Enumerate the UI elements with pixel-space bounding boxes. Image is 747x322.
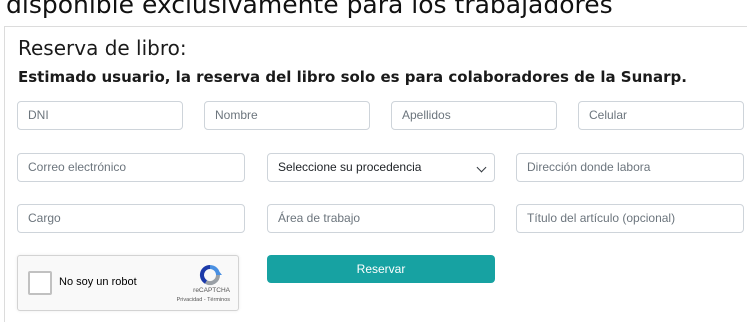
recaptcha-links[interactable]: Privacidad - Términos bbox=[177, 297, 230, 303]
nombre-input[interactable]: Nombre bbox=[204, 101, 370, 130]
cargo-input[interactable]: Cargo bbox=[17, 204, 245, 233]
procedencia-selected-value: Seleccione su procedencia bbox=[278, 160, 422, 174]
reservar-button[interactable]: Reservar bbox=[267, 255, 495, 283]
recaptcha-widget: No soy un robot reCAPTCHA Privacidad - T… bbox=[17, 255, 239, 311]
form-title: Reserva de libro: bbox=[18, 36, 187, 60]
banner-text: disponible exclusivamente para los traba… bbox=[6, 0, 613, 19]
recaptcha-label: No soy un robot bbox=[59, 276, 137, 288]
recaptcha-checkbox[interactable] bbox=[28, 271, 52, 295]
apellidos-input[interactable]: Apellidos bbox=[391, 101, 557, 130]
chevron-down-icon bbox=[476, 162, 487, 173]
dni-input[interactable]: DNI bbox=[17, 101, 183, 130]
direccion-input[interactable]: Dirección donde labora bbox=[516, 153, 744, 182]
form-subtitle: Estimado usuario, la reserva del libro s… bbox=[18, 68, 687, 86]
correo-input[interactable]: Correo electrónico bbox=[17, 153, 245, 182]
procedencia-select[interactable]: Seleccione su procedencia bbox=[267, 153, 495, 182]
recaptcha-brand: reCAPTCHA bbox=[193, 287, 230, 294]
celular-input[interactable]: Celular bbox=[578, 101, 744, 130]
titulo-input[interactable]: Título del artículo (opcional) bbox=[516, 204, 744, 233]
recaptcha-logo-icon bbox=[199, 264, 222, 286]
area-input[interactable]: Área de trabajo bbox=[267, 204, 495, 233]
